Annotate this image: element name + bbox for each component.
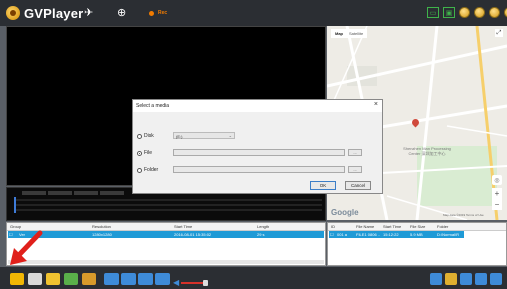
close-icon[interactable]: × [374,101,378,108]
file-list: ID File Name Start Time File Size Folder… [327,222,507,266]
view-settings-icon[interactable] [490,273,502,285]
browse-folder-button[interactable]: ... [348,166,362,173]
map-zoom-control: + − [492,188,502,210]
map-attribution: Map data ©2019 Terms of Use [443,213,484,217]
app-logo: GVPlayer [6,5,83,21]
timeline-track[interactable] [16,199,322,201]
timeline-tab[interactable] [74,191,98,195]
map-type-tabs: Map Satellite [331,29,368,38]
archive-icon[interactable] [82,273,96,285]
fast-forward-button[interactable] [155,273,170,285]
cancel-button[interactable]: Cancel [345,181,371,190]
pointer-arrow-icon [10,230,43,265]
map-tab-satellite[interactable]: Satellite [347,30,365,37]
map-place-label: Shenzhen Man Processing Center 深圳加工中心 [403,146,451,156]
map-tab-map[interactable]: Map [333,30,345,37]
disk-select[interactable]: (E:) ⌄ [173,132,235,139]
prev-frame-button[interactable] [104,273,119,285]
settings-button[interactable] [459,7,470,18]
chevron-down-icon: ⌄ [228,133,232,138]
row-folder: D:\Normal\R [437,232,460,237]
display-mode-icon[interactable]: ▭ [427,7,439,18]
option-file[interactable]: File [137,150,152,156]
timeline-tab[interactable] [48,191,72,195]
row-file-size: 5.9 MB [410,232,423,237]
disk-select-value: (E:) [176,133,183,139]
row-start-time: 2016-08-01 15:35:02 [174,232,212,237]
col-header-file-size[interactable]: File Size [410,224,425,229]
option-file-label: File [144,150,153,156]
horizontal-scrollbar[interactable] [8,260,324,264]
play-button[interactable] [138,273,153,285]
list-item[interactable]: ☐ Ver 1280x1280 2016-08-01 15:35:02 29 s [8,231,324,238]
radio-file[interactable] [137,150,142,156]
timeline-tab[interactable] [22,191,46,195]
volume-knob[interactable] [203,279,209,286]
list-header: ID File Name Start Time File Size Folder [328,223,506,231]
row-id: 001 a [337,232,348,237]
radio-disk[interactable] [137,133,142,139]
timeline-cursor[interactable] [14,197,16,213]
col-header-folder[interactable]: Folder [437,224,448,229]
minimize-button[interactable] [474,7,485,18]
logo-icon [6,6,20,20]
rec-indicator: Rec [149,10,167,16]
volume-slider[interactable] [181,279,209,286]
globe-target-icon[interactable]: ⊕ [117,7,126,19]
row-start-time: 15:12:22 [383,232,399,237]
col-header-start-time[interactable]: Start Time [383,224,401,229]
row-length: 29 s [257,232,265,237]
col-header-length[interactable]: Length [257,224,269,229]
layout-icon[interactable]: ▣ [443,7,455,18]
view-map-icon[interactable] [460,273,472,285]
col-header-file-name[interactable]: File Name [356,224,374,229]
col-header-id[interactable]: ID [331,224,335,229]
select-media-dialog: Select a media × Disk (E:) ⌄ File ... Fo… [132,99,383,194]
option-disk[interactable]: Disk [137,133,154,139]
row-resolution: 1280x1280 [92,232,112,237]
col-header-resolution[interactable]: Resolution [92,224,111,229]
open-folder-icon[interactable] [10,273,24,285]
camera-icon[interactable] [28,273,42,285]
row-checkbox[interactable]: ☐ [330,232,334,237]
view-chart-icon[interactable] [475,273,487,285]
row-file-name: FILE1 0806 .. [356,232,381,237]
option-folder[interactable]: Folder [137,167,158,173]
satellite-dish-icon[interactable]: ✈ [84,7,93,19]
browse-file-button[interactable]: ... [348,149,362,156]
zoom-in-button[interactable]: + [495,189,500,198]
rec-text: Rec [158,10,168,16]
map-fullscreen-icon[interactable]: ⤢ [495,29,503,37]
ok-button[interactable]: OK [310,181,336,190]
dialog-titlebar: Select a media × [133,100,382,112]
volume-icon[interactable]: ◀ [173,278,179,287]
timeline-track[interactable] [16,209,322,211]
col-header-start-time[interactable]: Start Time [174,224,192,229]
stop-button[interactable] [121,273,136,285]
option-folder-label: Folder [144,167,159,173]
timeline-track[interactable] [16,204,322,206]
zoom-out-button[interactable]: − [495,200,500,209]
col-header-group[interactable]: Group [10,224,21,229]
radio-folder[interactable] [137,167,142,173]
maximize-button[interactable] [489,7,500,18]
view-single-icon[interactable] [430,273,442,285]
app-title: GVPlayer [24,5,84,21]
list-header: Group Resolution Start Time Length [7,223,325,231]
dialog-title: Select a media [136,103,170,109]
export-icon[interactable] [64,273,78,285]
record-dot-icon [149,10,154,16]
list-item[interactable]: ☐ 001 a FILE1 0806 .. 15:12:22 5.9 MB D:… [329,231,464,238]
view-grid-icon[interactable] [445,273,457,285]
timeline-tabs [22,191,124,195]
window-controls: ▭ ▣ [427,7,507,18]
file-path-field[interactable] [173,149,345,156]
timeline-tab[interactable] [100,191,124,195]
volume-control: ◀ [173,278,209,287]
open-file-icon[interactable] [46,273,60,285]
google-logo: Google [331,208,359,217]
option-disk-label: Disk [144,133,154,139]
my-location-icon[interactable]: ◎ [492,175,502,185]
folder-path-field[interactable] [173,166,345,173]
